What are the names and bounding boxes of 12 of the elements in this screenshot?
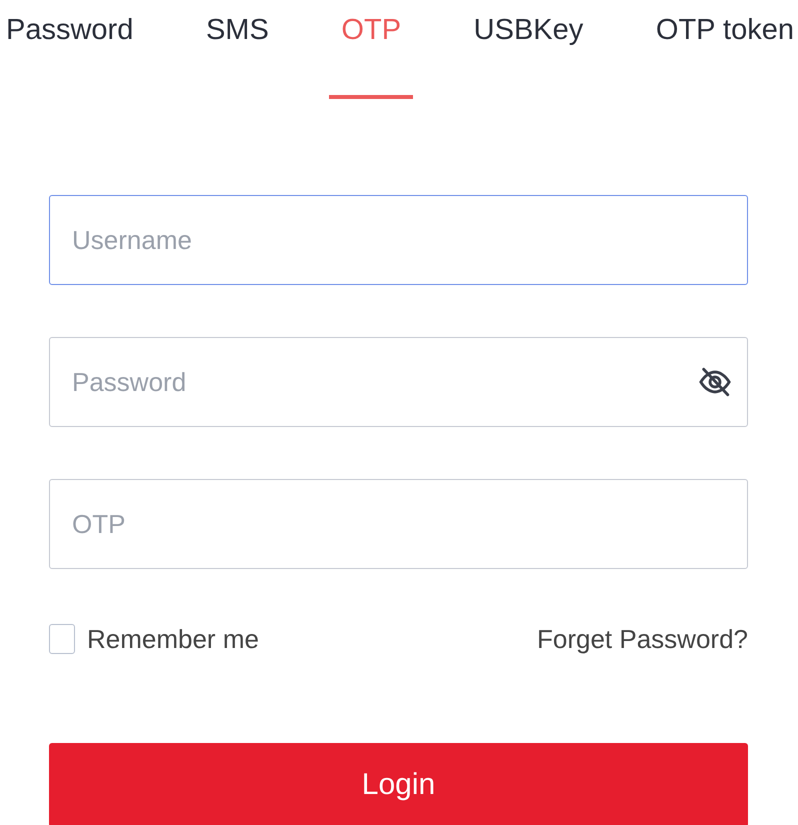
tab[interactable]: USBKey — [462, 12, 596, 99]
input-field[interactable]: OTP — [49, 479, 748, 569]
input-field[interactable]: Password — [49, 337, 748, 427]
remember-label: Remember me — [87, 624, 259, 654]
tab[interactable]: OTP token — [644, 12, 798, 99]
input-field[interactable]: Username — [49, 195, 748, 285]
checkbox[interactable] — [49, 624, 75, 654]
forgot-password-link[interactable]: Forget Password? — [537, 624, 748, 654]
login-button[interactable]: Login — [49, 743, 748, 825]
tab[interactable]: SMS — [194, 12, 281, 99]
eye-crossed-icon[interactable] — [698, 365, 732, 399]
tab[interactable]: Password — [0, 12, 146, 99]
